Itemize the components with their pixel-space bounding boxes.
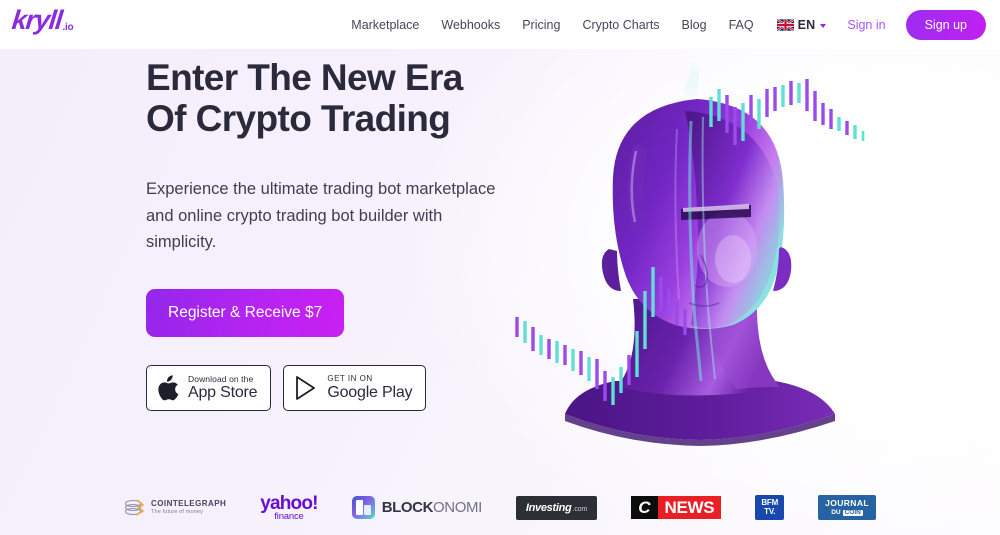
google-play-badge[interactable]: GET IN ON Google Play (283, 365, 427, 412)
blockonomi-icon (351, 496, 375, 519)
language-selector[interactable]: EN (765, 18, 836, 32)
candlestick-chart-upper (709, 79, 865, 145)
app-store-top-label: Download on the (188, 373, 254, 384)
app-store-badges: Download on the App Store GET IN ON Goog… (146, 365, 546, 412)
blockonomi-title-light: ONOMI (433, 499, 482, 516)
sign-up-button[interactable]: Sign up (905, 9, 986, 40)
jdc-line2-du: DU (831, 508, 841, 516)
investing-title: Investing (525, 501, 572, 514)
google-play-icon (296, 376, 316, 400)
app-store-bottom-label: App Store (188, 384, 258, 402)
nav-webhooks[interactable]: Webhooks (430, 18, 511, 32)
hero-subtitle: Experience the ultimate trading bot mark… (146, 179, 496, 252)
yahoo-subtitle: finance (274, 510, 304, 522)
kryll-logo[interactable]: kryll .io (10, 5, 74, 35)
page-title: Enter The New Era Of Crypto Trading (146, 57, 463, 140)
cnews-letter: C (631, 496, 658, 519)
sign-in-link[interactable]: Sign in (835, 18, 897, 32)
logo-tld: .io (62, 22, 74, 33)
press-logo-yahoo-finance[interactable]: yahoo! finance (260, 492, 318, 522)
hero-copy: Enter The New Era Of Crypto Trading Expe… (146, 57, 546, 412)
blockonomi-title-bold: BLOCK (381, 499, 434, 516)
yahoo-title: yahoo! (260, 492, 318, 514)
bfm-line2: TV. (764, 507, 776, 516)
chevron-down-icon (820, 23, 827, 28)
uk-flag-icon (776, 18, 794, 31)
register-cta-button[interactable]: Register & Receive $7 (146, 289, 345, 338)
cointelegraph-icon (124, 498, 144, 516)
jdc-line2-coin: COIN (842, 508, 863, 516)
press-logo-bar: COINTELEGRAPH The future of money yahoo!… (0, 480, 1000, 535)
nav-blog[interactable]: Blog (671, 18, 718, 32)
press-logo-bfm-tv[interactable]: BFM TV. (755, 495, 785, 520)
press-logo-cointelegraph[interactable]: COINTELEGRAPH The future of money (124, 498, 226, 518)
press-logo-journal-du-coin[interactable]: JOURNAL DU COIN (818, 495, 876, 520)
language-label: EN (797, 17, 816, 32)
nav-marketplace[interactable]: Marketplace (340, 18, 430, 32)
press-logo-blockonomi[interactable]: BLOCKONOMI (351, 496, 482, 519)
crypto-ai-head-illustration (515, 59, 865, 446)
main-navigation: Marketplace Webhooks Pricing Crypto Char… (340, 0, 986, 49)
cointelegraph-title: COINTELEGRAPH (151, 498, 227, 508)
app-store-badge[interactable]: Download on the App Store (146, 365, 272, 412)
investing-suffix: .com (572, 505, 588, 513)
google-play-bottom-label: Google Play (327, 384, 413, 402)
nav-faq[interactable]: FAQ (718, 18, 765, 32)
jdc-line1: JOURNAL (825, 498, 869, 508)
google-play-top-label: GET IN ON (327, 374, 373, 384)
press-logo-investing-com[interactable]: Investing .com (515, 495, 598, 520)
nav-pricing[interactable]: Pricing (511, 18, 571, 32)
nav-crypto-charts[interactable]: Crypto Charts (571, 18, 670, 32)
bfm-line1: BFM (761, 498, 779, 507)
hero-section: Enter The New Era Of Crypto Trading Expe… (0, 49, 1000, 535)
site-header: kryll .io Marketplace Webhooks Pricing C… (0, 0, 1000, 49)
cnews-title: NEWS (657, 496, 722, 519)
apple-icon (158, 375, 179, 401)
press-logo-cnews[interactable]: C NEWS (631, 496, 722, 519)
cointelegraph-tagline: The future of money (151, 508, 203, 515)
logo-wordmark: kryll (10, 5, 64, 35)
